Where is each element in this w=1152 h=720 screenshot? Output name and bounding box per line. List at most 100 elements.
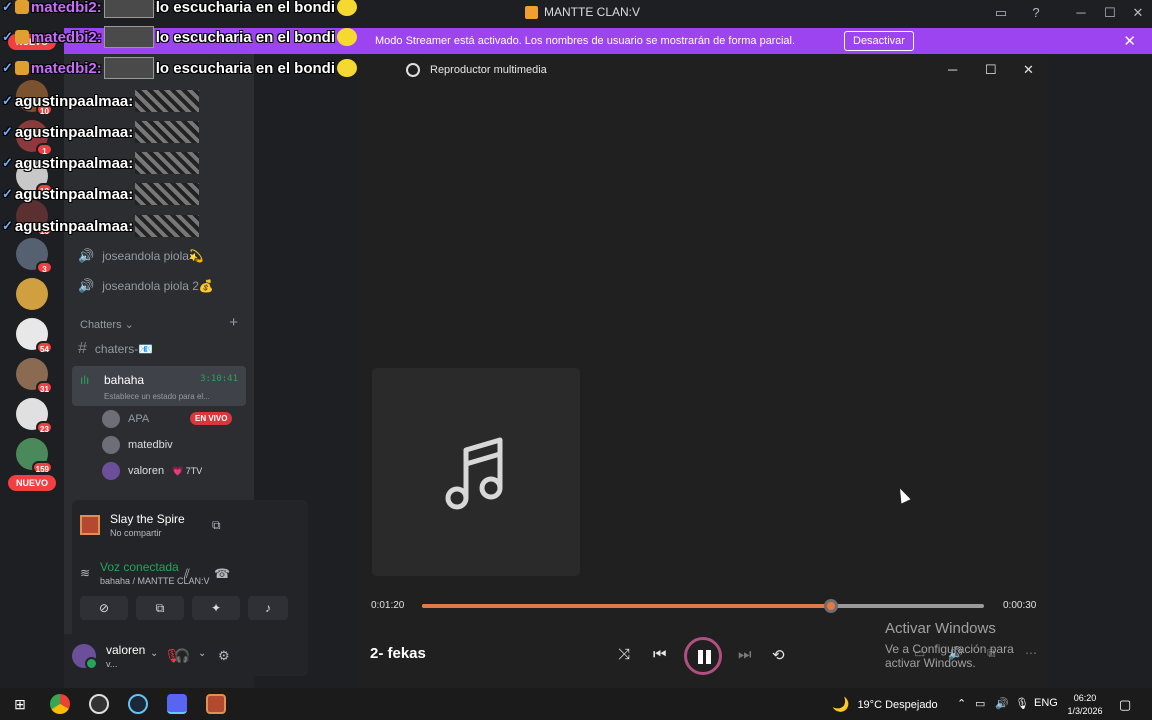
player-maximize-button[interactable]: ☐ [985,62,997,78]
soundboard-button[interactable]: ♪ [248,596,288,620]
voice-member-1[interactable]: APA [102,410,149,428]
smile-emote-icon [336,59,357,77]
headphones-options-chevron-icon[interactable]: ⌄ [198,648,206,659]
voice-timer: 3:10:41 [200,374,238,384]
game-subtitle: No compartir [110,528,162,538]
next-track-icon[interactable]: ⏭ [738,646,752,663]
pause-button[interactable] [684,637,722,675]
minimize-button[interactable]: ─ [1072,4,1090,22]
voice-channel-name: joseandola piola💫 [102,249,204,263]
headphones-icon[interactable]: 🎧 [174,648,190,664]
maximize-button[interactable]: ☐ [1101,4,1119,22]
emote-image [103,57,154,79]
voice-connection: ≋ Voz conectada bahaha / MANTTE CLAN:V [80,560,210,586]
share-screen-icon[interactable]: ⧉ [212,518,221,533]
microphone-icon[interactable]: 🎙 [1015,697,1029,710]
category-header[interactable]: Chatters ⌄ [80,318,134,331]
member-name: matedbiv [128,439,173,451]
screen-share-button[interactable]: ⧉ [136,596,184,620]
help-icon[interactable]: ? [1027,4,1045,22]
language-indicator[interactable]: ENG [1034,697,1058,709]
steam-icon[interactable] [128,694,148,714]
badge-icon [14,61,29,75]
mic-options-chevron-icon[interactable]: ⌄ [150,648,158,659]
windows-taskbar: ⊞ 🌙 19°C Despejado ⌃ ▭ 🔊 🎙 ENG 06:20 1/3… [0,688,1152,720]
inbox-icon[interactable]: ▭ [992,4,1010,22]
game-activity: Slay the Spire No compartir [80,512,185,538]
check-icon: ✓ [2,0,13,14]
repeat-icon[interactable]: ⟲ [772,646,785,664]
text-channel-name: chaters-📧 [94,342,154,356]
activities-button[interactable]: ✦ [192,596,240,620]
obs-icon[interactable] [89,694,109,714]
avatar [102,462,120,480]
voice-channel-2[interactable]: 🔊 joseandola piola 2💰 [78,278,214,294]
server-icon-6[interactable] [16,278,48,310]
emote-image [135,152,200,174]
weather-widget[interactable]: 🌙 19°C Despejado [832,696,938,713]
shuffle-icon[interactable]: ⤨ [618,646,630,663]
voice-member-3[interactable]: valoren 💗 7TV [102,462,202,480]
new-pill-bottom[interactable]: NUEVO [8,475,56,491]
chat-user: agustinpaalmaa: [14,217,134,235]
media-player-icon [406,63,420,77]
add-channel-icon[interactable]: + [229,314,238,331]
server-icon-8[interactable]: 31 [16,358,53,394]
chrome-icon[interactable] [50,694,70,714]
chat-user: agustinpaalmaa: [14,92,134,110]
member-tag: 💗 7TV [172,465,203,476]
voice-connected-channel[interactable]: bahaha / MANTTE CLAN:V [100,576,210,586]
text-channel[interactable]: # chaters-📧 [78,340,153,358]
active-voice-channel[interactable]: ılı bahaha Establece un estado para el..… [72,366,246,406]
mention-badge: 54 [36,341,53,354]
chat-user: agustinpaalmaa: [14,123,134,141]
remaining-time: 0:00:30 [1003,600,1037,611]
server-icon-5[interactable]: 3 [16,238,53,274]
window-title: MANTTE CLAN:V [525,5,640,19]
voice-member-2[interactable]: matedbiv [102,436,173,454]
seek-bar[interactable] [422,599,984,613]
user-avatar[interactable] [72,644,98,670]
check-icon: ✓ [2,155,13,170]
voice-connected-label[interactable]: Voz conectada [100,560,210,574]
smile-emote-icon [336,0,357,16]
emote-image [103,26,154,48]
tray-chevron-icon[interactable]: ⌃ [957,697,966,710]
voice-channel-1[interactable]: 🔊 joseandola piola💫 [78,248,204,264]
emote-image [135,121,200,143]
chat-message: lo escucharia en el bondi [155,28,335,46]
emote-image [103,0,154,18]
volume-tray-icon[interactable]: 🔊 [995,697,1009,710]
network-icon[interactable]: ▭ [975,697,985,710]
deactivate-button[interactable]: Desactivar [844,31,914,51]
user-status: v... [106,659,118,669]
member-name: APA [128,413,150,425]
server-icon-9[interactable]: 23 [16,398,53,434]
chat-user: matedbi2: [30,59,102,77]
slay-the-spire-icon[interactable] [206,694,226,714]
banner-close-icon[interactable]: ✕ [1123,32,1136,50]
noise-suppression-icon[interactable]: ⫽ [184,566,190,582]
server-icon-10[interactable]: 159 [16,438,53,474]
disconnect-icon[interactable]: ☎ [214,566,230,582]
close-button[interactable]: ✕ [1129,4,1147,22]
start-button[interactable]: ⊞ [10,694,30,714]
member-name: valoren [128,465,165,477]
camera-off-button[interactable]: ⊘ [80,596,128,620]
seek-thumb[interactable] [823,599,838,613]
server-icon-7[interactable]: 54 [16,318,53,354]
player-minimize-button[interactable]: ─ [948,62,957,77]
chat-user: matedbi2: [30,0,102,16]
settings-gear-icon[interactable]: ⚙ [218,648,230,664]
badge-icon [14,0,29,14]
voice-status[interactable]: Establece un estado para el... [104,392,210,401]
user-name[interactable]: valoren [106,643,145,657]
mention-badge: 31 [36,381,53,394]
system-clock[interactable]: 06:20 1/3/2026 [1062,692,1108,718]
mouse-cursor [895,486,911,504]
player-close-button[interactable]: ✕ [1023,62,1034,78]
notification-icon[interactable]: ▢ [1119,697,1131,713]
previous-track-icon[interactable]: ⏮ [653,646,667,663]
hash-icon: # [78,340,87,357]
discord-icon[interactable] [167,694,187,714]
